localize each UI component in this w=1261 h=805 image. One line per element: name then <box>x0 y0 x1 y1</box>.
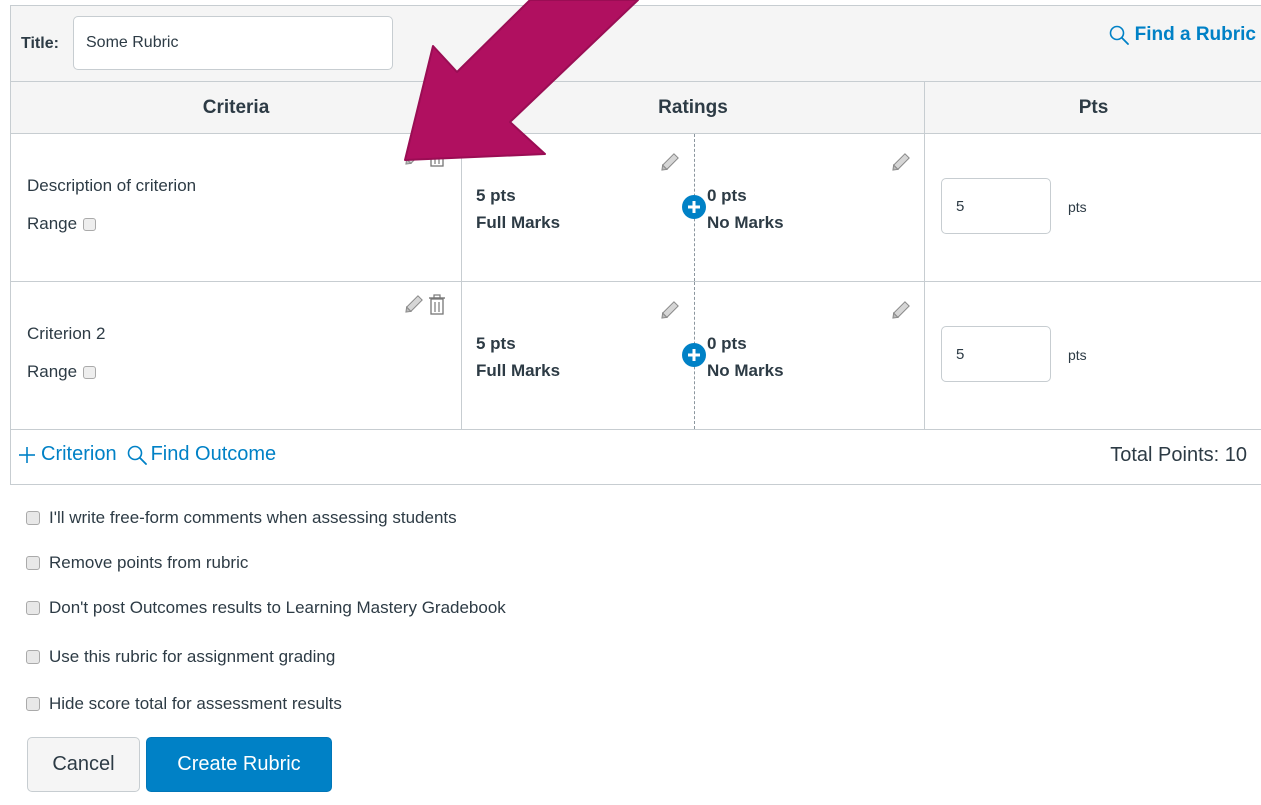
rating-description: Full Marks <box>476 361 561 380</box>
points-cell: pts <box>924 282 1261 429</box>
option-use-for-grading[interactable]: Use this rubric for assignment grading <box>26 647 335 667</box>
option-checkbox[interactable] <box>26 697 40 711</box>
criterion-row: Criterion 2 Range 5 pts Full Marks 0 pts… <box>10 282 1261 430</box>
magnifier-icon <box>127 445 147 465</box>
option-checkbox[interactable] <box>26 556 40 570</box>
pencil-icon[interactable] <box>658 300 680 322</box>
option-label: Hide score total for assessment results <box>49 694 342 713</box>
range-checkbox[interactable] <box>83 217 97 231</box>
rating-description: No Marks <box>707 213 784 232</box>
column-header-pts: Pts <box>924 82 1261 134</box>
magnifier-icon <box>1109 25 1129 45</box>
range-toggle: Range <box>27 362 97 382</box>
ratings-cell: 5 pts Full Marks 0 pts No Marks <box>461 134 924 281</box>
points-input[interactable] <box>941 326 1051 382</box>
find-outcome-link[interactable]: Find Outcome <box>127 443 277 466</box>
rubric-footer-row: Criterion Find Outcome Total Points: 10 <box>10 430 1261 485</box>
pencil-icon[interactable] <box>889 300 911 322</box>
ratings-cell: 5 pts Full Marks 0 pts No Marks <box>461 282 924 429</box>
option-checkbox[interactable] <box>26 511 40 525</box>
option-no-post-outcomes[interactable]: Don't post Outcomes results to Learning … <box>26 598 506 618</box>
points-cell: pts <box>924 134 1261 281</box>
trash-icon[interactable] <box>427 146 447 168</box>
title-label: Title: <box>21 35 59 52</box>
range-label: Range <box>27 362 78 381</box>
option-hide-score-total[interactable]: Hide score total for assessment results <box>26 694 342 714</box>
rating-no-marks: 0 pts No Marks <box>694 134 925 281</box>
points-unit: pts <box>1068 347 1087 363</box>
rating-points: 5 pts <box>476 334 516 353</box>
column-header-criteria: Criteria <box>202 97 270 118</box>
option-checkbox[interactable] <box>26 601 40 615</box>
criterion-description-cell: Description of criterion Range <box>11 134 461 281</box>
total-points: Total Points: 10 <box>1110 444 1247 466</box>
option-remove-points[interactable]: Remove points from rubric <box>26 553 248 573</box>
plus-icon <box>19 446 35 463</box>
rating-full-marks: 5 pts Full Marks <box>462 282 694 429</box>
criterion-actions <box>402 146 447 168</box>
option-free-form-comments[interactable]: I'll write free-form comments when asses… <box>26 508 457 528</box>
rating-description: Full Marks <box>476 213 561 232</box>
pencil-icon[interactable] <box>402 146 424 168</box>
plus-circle-icon[interactable] <box>682 343 706 367</box>
rating-full-marks: 5 pts Full Marks <box>462 134 694 281</box>
points-input[interactable] <box>941 178 1051 234</box>
rating-points: 0 pts <box>707 186 747 205</box>
title-input[interactable] <box>73 16 393 70</box>
trash-icon[interactable] <box>427 294 447 316</box>
column-header-ratings: Ratings <box>461 82 924 134</box>
range-checkbox[interactable] <box>83 365 97 379</box>
plus-circle-icon[interactable] <box>682 195 706 219</box>
range-label: Range <box>27 214 78 233</box>
option-label: Don't post Outcomes results to Learning … <box>49 598 506 617</box>
points-unit: pts <box>1068 199 1087 215</box>
find-rubric-label: Find a Rubric <box>1134 24 1256 45</box>
pencil-icon[interactable] <box>402 294 424 316</box>
find-outcome-label: Find Outcome <box>150 443 277 465</box>
rating-points: 5 pts <box>476 186 516 205</box>
pencil-icon[interactable] <box>658 152 680 174</box>
option-checkbox[interactable] <box>26 650 40 664</box>
criterion-actions <box>402 294 447 316</box>
option-label: I'll write free-form comments when asses… <box>49 508 457 527</box>
rubric-header-row: Criteria Ratings Pts <box>10 82 1261 134</box>
add-criterion-label: Criterion <box>41 443 117 465</box>
criterion-description-cell: Criterion 2 Range <box>11 282 461 429</box>
criterion-row: Description of criterion Range 5 pts Ful… <box>10 134 1261 282</box>
add-criterion-link[interactable]: Criterion <box>17 443 117 466</box>
rating-description: No Marks <box>707 361 784 380</box>
rating-no-marks: 0 pts No Marks <box>694 282 925 429</box>
criterion-description: Description of criterion <box>27 176 197 195</box>
find-rubric-link[interactable]: Find a Rubric <box>1109 24 1256 46</box>
range-toggle: Range <box>27 214 97 234</box>
pencil-icon[interactable] <box>889 152 911 174</box>
option-label: Use this rubric for assignment grading <box>49 647 336 666</box>
footer-links: Criterion Find Outcome <box>17 443 276 466</box>
rubric-title-bar: Title: Find a Rubric <box>10 5 1261 82</box>
criterion-description: Criterion 2 <box>27 324 106 343</box>
rating-points: 0 pts <box>707 334 747 353</box>
create-rubric-button[interactable]: Create Rubric <box>146 737 332 792</box>
option-label: Remove points from rubric <box>49 553 249 572</box>
cancel-button[interactable]: Cancel <box>27 737 140 792</box>
